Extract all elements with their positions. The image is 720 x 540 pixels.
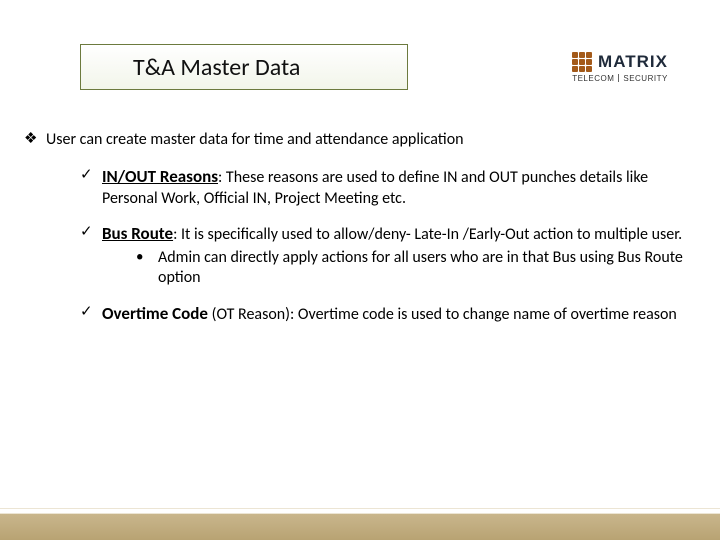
logo-sub-right: SECURITY bbox=[623, 74, 667, 83]
item-paren: (OT Reason): bbox=[212, 305, 298, 324]
check-icon: ✓ bbox=[80, 303, 102, 325]
diamond-bullet-icon: ❖ bbox=[24, 130, 46, 150]
logo-subtext: TELECOM SECURITY bbox=[572, 74, 668, 83]
dot-bullet-icon: • bbox=[136, 248, 158, 289]
item-text: It is specifically used to allow/deny- L… bbox=[181, 225, 682, 244]
item-lead: Overtime Code bbox=[102, 303, 208, 324]
check-icon: ✓ bbox=[80, 166, 102, 209]
title-box: T&A Master Data bbox=[80, 44, 408, 90]
bullet-level3: • Admin can directly apply actions for a… bbox=[136, 248, 684, 289]
item-text: Overtime code is used to change name of … bbox=[298, 305, 677, 324]
logo-brand-text: MATRIX bbox=[598, 52, 668, 72]
item-lead: Bus Route bbox=[102, 223, 173, 244]
divider-icon bbox=[618, 74, 619, 82]
check-icon: ✓ bbox=[80, 223, 102, 245]
item-content: IN/OUT Reasons: These reasons are used t… bbox=[102, 166, 684, 209]
content-body: ❖ User can create master data for time a… bbox=[24, 130, 684, 339]
level1-text: User can create master data for time and… bbox=[46, 130, 464, 150]
item-lead: IN/OUT Reasons bbox=[102, 166, 218, 187]
subitem-text: Admin can directly apply actions for all… bbox=[158, 248, 684, 289]
logo-sub-left: TELECOM bbox=[572, 74, 614, 83]
header: T&A Master Data MATRIX TELECOM SECURITY bbox=[0, 44, 720, 94]
slide: { "header": { "title": "T&A Master Data"… bbox=[0, 0, 720, 540]
footer-bar bbox=[0, 514, 720, 540]
item-content: Bus Route: It is specifically used to al… bbox=[102, 223, 682, 245]
bullet-level2: ✓ Overtime Code (OT Reason): Overtime co… bbox=[80, 303, 684, 325]
bullet-level1: ❖ User can create master data for time a… bbox=[24, 130, 684, 150]
brand-logo: MATRIX TELECOM SECURITY bbox=[552, 42, 688, 92]
bullet-level2: ✓ IN/OUT Reasons: These reasons are used… bbox=[80, 166, 684, 209]
bullet-level2: ✓ Bus Route: It is specifically used to … bbox=[80, 223, 684, 288]
logo-mark-icon bbox=[572, 52, 592, 72]
slide-title: T&A Master Data bbox=[133, 53, 300, 82]
item-content: Overtime Code (OT Reason): Overtime code… bbox=[102, 303, 677, 325]
